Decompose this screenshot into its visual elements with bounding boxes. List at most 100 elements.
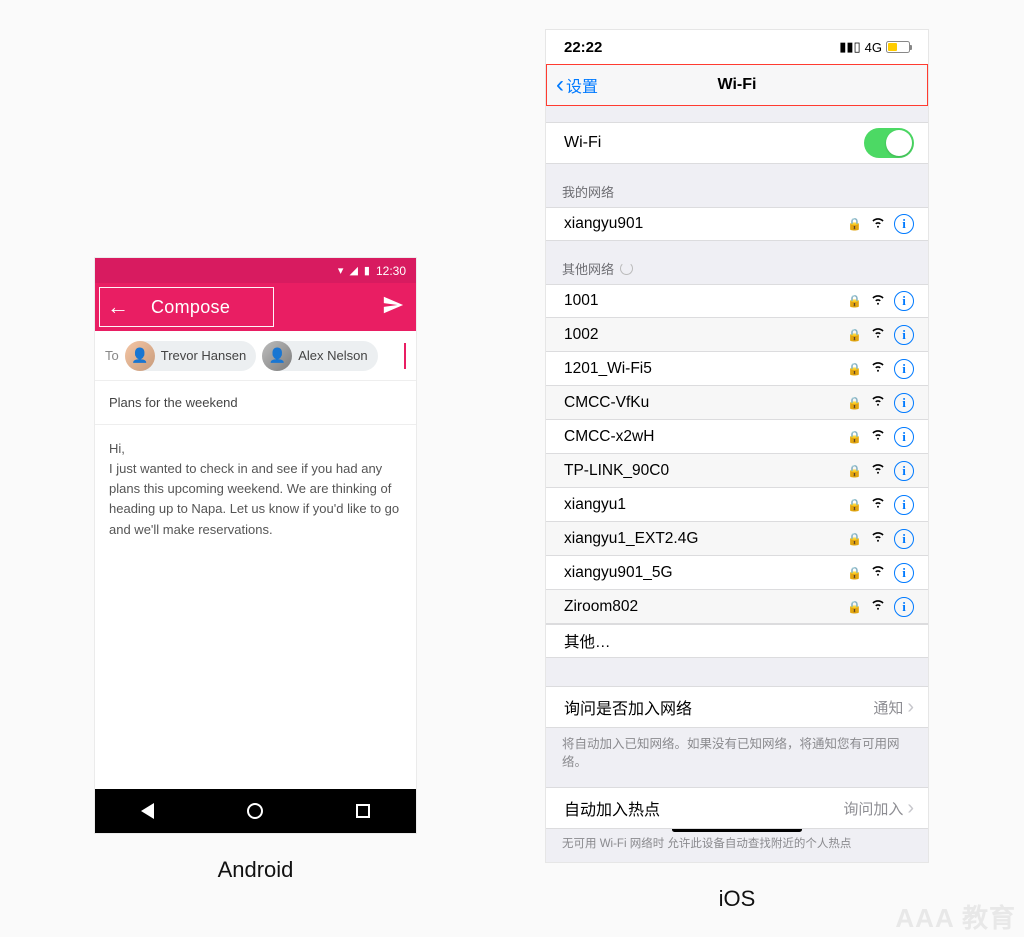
- ios-nav-bar: ‹ 设置 Wi-Fi: [546, 64, 928, 106]
- caption-ios: iOS: [719, 886, 756, 912]
- network-name: xiangyu1: [564, 496, 847, 514]
- lock-icon: 🔒: [847, 532, 862, 546]
- recipient-name: Alex Nelson: [298, 348, 367, 363]
- network-name: xiangyu1_EXT2.4G: [564, 530, 847, 548]
- wifi-toggle[interactable]: [864, 128, 914, 158]
- wifi-signal-icon: [870, 529, 886, 548]
- ask-footer-text: 将自动加入已知网络。如果没有已知网络，将通知您有可用网络。: [546, 728, 928, 787]
- signal-icon: ◢: [349, 264, 357, 277]
- lock-icon: 🔒: [847, 362, 862, 376]
- ios-phone: 22:22 ▮▮▯ 4G ‹ 设置 Wi-Fi Wi-Fi 我的网络: [546, 30, 928, 862]
- wifi-signal-icon: [870, 359, 886, 378]
- bottom-truncated-text: 无可用 Wi-Fi 网络时 允许此设备自动查找附近的个人热点: [546, 829, 928, 853]
- chevron-right-icon: ›: [907, 696, 914, 719]
- watermark: AAA 教育: [895, 898, 1016, 935]
- wifi-network-row[interactable]: CMCC-x2wH🔒i: [546, 420, 928, 454]
- wifi-network-row[interactable]: xiangyu901🔒 i: [546, 207, 928, 241]
- lock-icon: 🔒: [847, 600, 862, 614]
- network-name: xiangyu901_5G: [564, 564, 847, 582]
- android-status-bar: ▾ ◢ ▮ 12:30: [95, 258, 416, 283]
- network-name: 1002: [564, 326, 847, 344]
- wifi-signal-icon: [870, 393, 886, 412]
- nav-title: Wi-Fi: [546, 76, 928, 94]
- wifi-toggle-row: Wi-Fi: [546, 122, 928, 164]
- ask-to-join-label: 询问是否加入网络: [564, 695, 873, 719]
- status-time: 12:30: [376, 264, 406, 278]
- wifi-signal-icon: [870, 495, 886, 514]
- wifi-icon: ▾: [338, 264, 344, 277]
- info-icon[interactable]: i: [894, 495, 914, 515]
- lock-icon: 🔒: [847, 328, 862, 342]
- recipient-chip[interactable]: 👤 Alex Nelson: [262, 341, 377, 371]
- lock-icon: 🔒: [847, 294, 862, 308]
- wifi-signal-icon: [870, 461, 886, 480]
- recipient-chip[interactable]: 👤 Trevor Hansen: [125, 341, 257, 371]
- info-icon[interactable]: i: [894, 359, 914, 379]
- chevron-right-icon: ›: [907, 797, 914, 820]
- lock-icon: 🔒: [847, 217, 862, 231]
- wifi-network-row[interactable]: Ziroom802🔒 i: [546, 590, 928, 624]
- section-my-networks: 我的网络: [546, 164, 928, 207]
- wifi-network-row[interactable]: xiangyu1_EXT2.4G🔒 i: [546, 522, 928, 556]
- other-label: 其他…: [564, 630, 914, 652]
- nav-back-icon[interactable]: [141, 803, 154, 819]
- info-icon[interactable]: i: [894, 427, 914, 447]
- text-cursor: [404, 343, 406, 369]
- info-icon[interactable]: i: [894, 393, 914, 413]
- network-name: xiangyu901: [564, 215, 847, 233]
- body-greeting: Hi,: [109, 439, 402, 459]
- wifi-signal-icon: [870, 325, 886, 344]
- other-network-manual[interactable]: 其他…: [546, 624, 928, 658]
- android-nav-bar: [95, 789, 416, 833]
- ask-to-join-row[interactable]: 询问是否加入网络 通知 ›: [546, 686, 928, 728]
- wifi-signal-icon: [870, 427, 886, 446]
- info-icon[interactable]: i: [894, 563, 914, 583]
- send-icon[interactable]: [382, 294, 404, 321]
- signal-icon: ▮▮▯: [839, 39, 860, 55]
- status-time: 22:22: [564, 39, 602, 56]
- network-name: 1201_Wi-Fi5: [564, 360, 847, 378]
- wifi-network-row[interactable]: 1001🔒 i: [546, 284, 928, 318]
- subject-field[interactable]: Plans for the weekend: [95, 381, 416, 425]
- info-icon[interactable]: i: [894, 529, 914, 549]
- wifi-network-row[interactable]: xiangyu901_5G🔒 i: [546, 556, 928, 590]
- nav-home-icon[interactable]: [247, 803, 263, 819]
- android-app-bar: ← Compose: [95, 283, 416, 331]
- wifi-signal-icon: [870, 597, 886, 616]
- nav-recents-icon[interactable]: [356, 804, 370, 818]
- network-name: TP-LINK_90C0: [564, 462, 847, 480]
- wifi-signal-icon: [870, 215, 886, 234]
- network-label: 4G: [865, 40, 882, 55]
- info-icon[interactable]: i: [894, 597, 914, 617]
- network-name: CMCC-VfKu: [564, 394, 847, 412]
- recipient-row[interactable]: To 👤 Trevor Hansen 👤 Alex Nelson: [95, 331, 416, 381]
- ask-to-join-value: 通知: [873, 697, 903, 718]
- wifi-label: Wi-Fi: [564, 134, 864, 152]
- body-text: I just wanted to check in and see if you…: [109, 459, 402, 540]
- lock-icon: 🔒: [847, 566, 862, 580]
- info-icon[interactable]: i: [894, 325, 914, 345]
- recipient-name: Trevor Hansen: [161, 348, 247, 363]
- network-name: 1001: [564, 292, 847, 310]
- section-other-label: 其他网络: [562, 259, 614, 278]
- wifi-signal-icon: [870, 563, 886, 582]
- wifi-network-row[interactable]: CMCC-VfKu🔒 i: [546, 386, 928, 420]
- network-name: Ziroom802: [564, 598, 847, 616]
- info-icon[interactable]: i: [894, 461, 914, 481]
- avatar-icon: 👤: [125, 341, 155, 371]
- auto-join-value: 询问加入: [843, 798, 903, 819]
- auto-join-hotspot-row[interactable]: 自动加入热点 询问加入 ›: [546, 787, 928, 829]
- wifi-network-row[interactable]: TP-LINK_90C0🔒i: [546, 454, 928, 488]
- info-icon[interactable]: i: [894, 214, 914, 234]
- info-icon[interactable]: i: [894, 291, 914, 311]
- auto-join-label: 自动加入热点: [564, 796, 843, 820]
- caption-android: Android: [218, 857, 294, 883]
- appbar-highlight-box: [99, 287, 274, 327]
- wifi-network-row[interactable]: 1201_Wi-Fi5🔒 i: [546, 352, 928, 386]
- wifi-network-row[interactable]: xiangyu1🔒i: [546, 488, 928, 522]
- to-label: To: [105, 348, 119, 363]
- body-field[interactable]: Hi, I just wanted to check in and see if…: [95, 425, 416, 789]
- wifi-network-row[interactable]: 1002🔒 i: [546, 318, 928, 352]
- lock-icon: 🔒: [847, 396, 862, 410]
- wifi-signal-icon: [870, 292, 886, 311]
